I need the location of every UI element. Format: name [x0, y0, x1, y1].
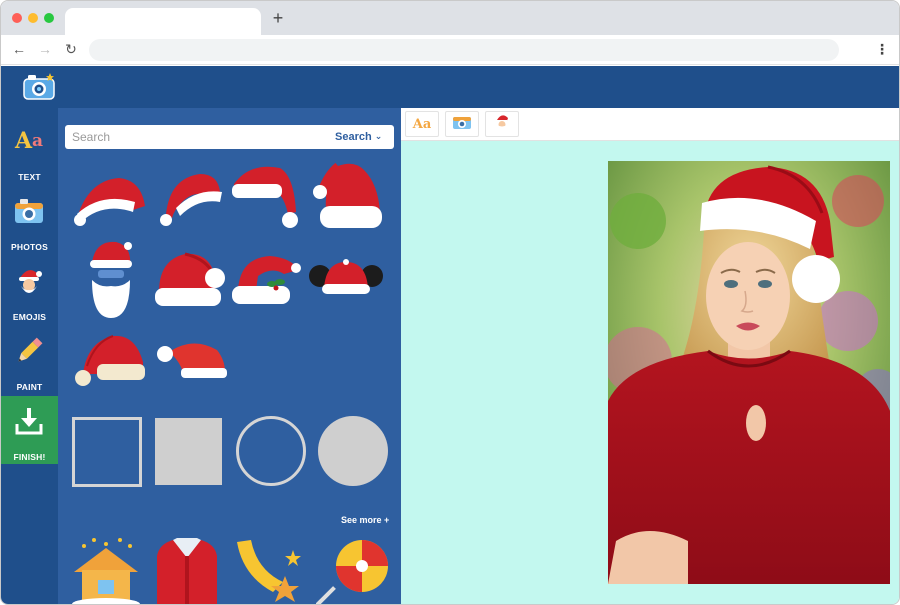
- sidebar-item-label: EMOJIS: [12, 312, 47, 322]
- shooting-star-icon[interactable]: [233, 536, 305, 604]
- search-box: Search⌄: [65, 125, 394, 149]
- santa-hat-sticker[interactable]: [230, 162, 304, 230]
- layer-toolbar: Aa: [401, 108, 899, 141]
- sidebar-item-label: TEXT: [18, 172, 41, 182]
- photo-layer-button[interactable]: [445, 111, 479, 137]
- search-input[interactable]: [65, 125, 315, 149]
- edited-photo[interactable]: [608, 161, 890, 584]
- browser-address-bar: ← → ↻ ⋮: [1, 35, 899, 65]
- text-aa-icon: Aa: [14, 128, 44, 154]
- back-arrow-icon[interactable]: ←: [10, 40, 28, 58]
- house-icon[interactable]: [70, 536, 142, 604]
- left-sidebar: Aa TEXT PHOTOS EMOJIS PAINT FINISH!: [1, 108, 58, 604]
- search-button[interactable]: Search ⌄: [335, 125, 391, 149]
- sidebar-item-label: FINISH!: [13, 452, 46, 462]
- santa-emoji-icon: [11, 264, 47, 298]
- browser-tab[interactable]: [65, 8, 261, 35]
- santa-hat-sticker[interactable]: [153, 336, 227, 382]
- mouse-ears-santa-hat-sticker[interactable]: [308, 256, 384, 298]
- search-button-label: Search: [335, 131, 372, 143]
- pencil-icon: [11, 334, 47, 368]
- sidebar-item-emojis[interactable]: EMOJIS: [1, 256, 58, 324]
- santa-beard-hat-sticker[interactable]: [86, 240, 136, 318]
- square-outline-shape[interactable]: [72, 417, 142, 487]
- sidebar-item-photos[interactable]: PHOTOS: [1, 186, 58, 254]
- square-filled-shape[interactable]: [155, 418, 222, 485]
- santa-hat-sticker[interactable]: [71, 172, 149, 228]
- camera-icon: [11, 194, 47, 228]
- new-tab-plus-icon[interactable]: +: [270, 9, 286, 27]
- santa-hat-sticker[interactable]: [151, 248, 229, 310]
- browser-tabstrip: +: [1, 1, 899, 35]
- camera-icon: [452, 114, 472, 135]
- browser-window: + ← → ↻ ⋮ Aa TEXT PHOTOS EMOJIS PAINT FI…: [0, 0, 900, 605]
- close-window-dot[interactable]: [12, 13, 22, 23]
- sidebar-item-finish[interactable]: FINISH!: [1, 396, 58, 464]
- santa-coat-icon[interactable]: [151, 536, 223, 604]
- forward-arrow-icon[interactable]: →: [36, 40, 54, 58]
- sidebar-item-label: PHOTOS: [11, 242, 48, 252]
- circle-filled-shape[interactable]: [318, 416, 388, 486]
- circle-outline-shape[interactable]: [236, 416, 306, 486]
- sticker-panel: Search⌄: [58, 108, 401, 604]
- santa-emoji-icon: [494, 113, 510, 136]
- sidebar-item-text[interactable]: Aa TEXT: [1, 116, 58, 184]
- reload-icon[interactable]: ↻: [62, 40, 80, 58]
- minimize-window-dot[interactable]: [28, 13, 38, 23]
- app-header: [1, 66, 899, 108]
- santa-hat-sticker[interactable]: [308, 160, 388, 234]
- sidebar-item-label: PAINT: [16, 382, 43, 392]
- see-more-link[interactable]: See more +: [341, 515, 389, 525]
- chevron-down-icon: ⌄: [374, 131, 383, 141]
- lollipop-icon[interactable]: [314, 536, 388, 604]
- text-layer-button[interactable]: Aa: [405, 111, 439, 137]
- maximize-window-dot[interactable]: [44, 13, 54, 23]
- text-aa-icon: Aa: [412, 116, 432, 132]
- kebab-menu-icon[interactable]: ⋮: [875, 40, 889, 58]
- emoji-layer-button[interactable]: [485, 111, 519, 137]
- url-input[interactable]: [89, 39, 839, 61]
- santa-hat-holly-sticker[interactable]: [228, 250, 306, 310]
- download-icon: [11, 404, 47, 438]
- knit-santa-hat-sticker[interactable]: [73, 330, 149, 390]
- camera-logo-icon[interactable]: [23, 72, 55, 100]
- santa-hat-sticker[interactable]: [156, 168, 226, 228]
- editor-canvas: Aa: [401, 108, 899, 604]
- sidebar-item-paint[interactable]: PAINT: [1, 326, 58, 394]
